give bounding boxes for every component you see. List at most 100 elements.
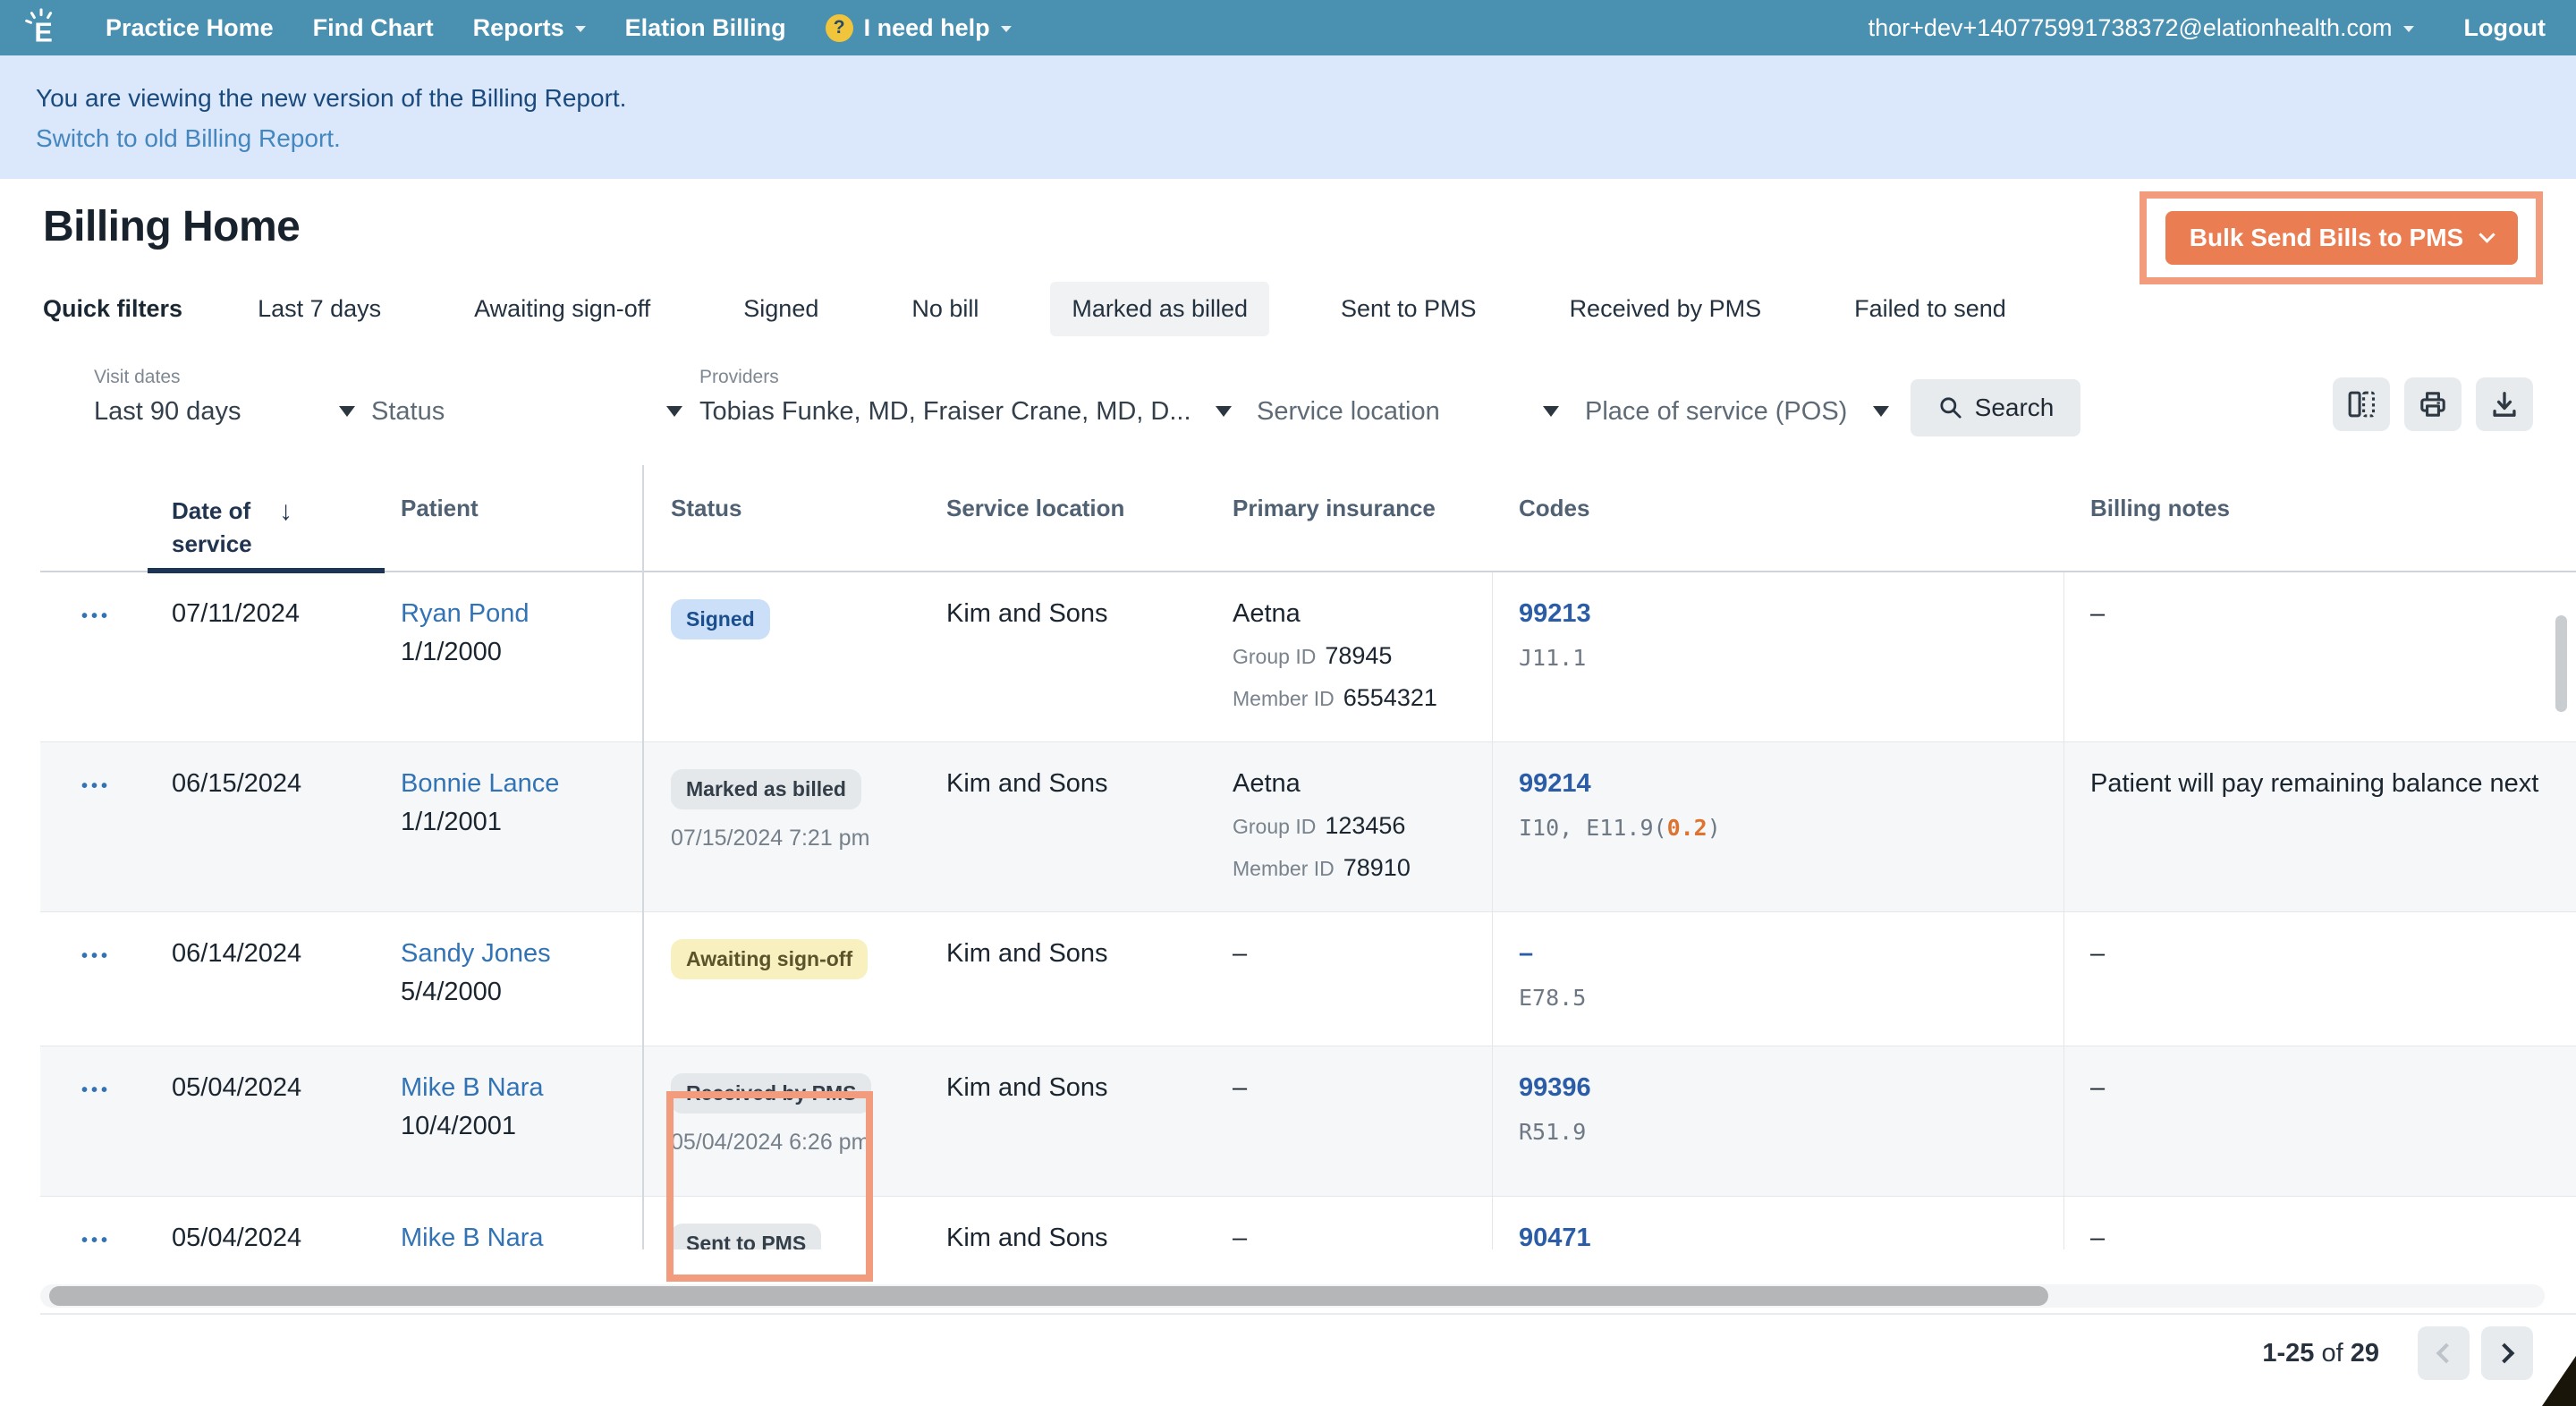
nav-reports-label: Reports bbox=[472, 13, 564, 41]
service-location-filter[interactable]: Service location bbox=[1257, 367, 1559, 427]
row-actions-menu[interactable]: ••• bbox=[40, 946, 111, 967]
status-filter[interactable]: Status bbox=[371, 367, 682, 427]
quick-filter-signed[interactable]: Signed bbox=[722, 282, 840, 336]
status-timestamp: 07/15/2024 7:21 pm bbox=[671, 826, 870, 851]
dropdown-caret-icon bbox=[1216, 406, 1232, 417]
status-timestamp: 05/04/2024 6:26 pm bbox=[671, 1130, 870, 1155]
table-row: ••• 07/11/2024 Ryan Pond 1/1/2000 Signed… bbox=[40, 572, 2576, 742]
row-actions-menu[interactable]: ••• bbox=[40, 776, 111, 797]
chevron-down-icon bbox=[1000, 26, 1012, 32]
billing-note: – bbox=[2090, 1073, 2106, 1102]
account-email: thor+dev+140775991738372@elationhealth.c… bbox=[1868, 13, 2393, 41]
billing-note: – bbox=[2090, 1224, 2106, 1249]
billing-code-link[interactable]: 99396 bbox=[1519, 1073, 1591, 1103]
table-rows: ••• 07/11/2024 Ryan Pond 1/1/2000 Signed… bbox=[40, 572, 2576, 1249]
filter-bar: Visit dates Last 90 days Status Provider… bbox=[0, 367, 2576, 456]
search-icon bbox=[1940, 397, 1962, 419]
service-location: Kim and Sons bbox=[946, 939, 1108, 968]
search-button[interactable]: Search bbox=[1911, 379, 2080, 436]
row-actions-menu[interactable]: ••• bbox=[40, 1080, 111, 1101]
download-icon bbox=[2493, 392, 2516, 417]
status-badge: Signed bbox=[671, 599, 770, 639]
version-banner: You are viewing the new version of the B… bbox=[0, 55, 2576, 179]
table-row: ••• 05/04/2024 Mike B Nara 10/4/2001 Rec… bbox=[40, 1046, 2576, 1197]
pos-filter[interactable]: Place of service (POS) bbox=[1585, 367, 1889, 427]
dropdown-caret-icon bbox=[1873, 406, 1889, 417]
pos-placeholder: Place of service (POS) bbox=[1585, 397, 1889, 427]
status-badge: Marked as billed bbox=[671, 769, 861, 809]
patient-link[interactable]: Bonnie Lance bbox=[401, 769, 559, 799]
primary-insurance-column-header[interactable]: Primary insurance bbox=[1233, 465, 1492, 571]
patient-dob: 1/1/2001 bbox=[401, 808, 502, 836]
patient-link[interactable]: Sandy Jones bbox=[401, 939, 551, 969]
nav-elation-billing[interactable]: Elation Billing bbox=[625, 14, 786, 42]
service-location-column-header[interactable]: Service location bbox=[946, 465, 1233, 571]
billing-code-link[interactable]: 99214 bbox=[1519, 769, 1591, 799]
billing-table: Date of service ↓ Patient Status Service… bbox=[40, 465, 2576, 1249]
primary-insurance: Aetna Group ID 123456 Member ID 78910 bbox=[1233, 742, 1492, 911]
billing-notes-column-header[interactable]: Billing notes bbox=[2063, 465, 2576, 571]
nav-reports[interactable]: Reports bbox=[473, 14, 586, 42]
bulk-send-bills-button[interactable]: Bulk Send Bills to PMS bbox=[2165, 211, 2518, 265]
vertical-scrollbar[interactable] bbox=[2555, 615, 2567, 712]
horizontal-scrollbar[interactable] bbox=[49, 1286, 2048, 1306]
manage-columns-icon bbox=[2348, 391, 2376, 418]
billing-note: – bbox=[2090, 939, 2106, 968]
diagnosis-codes: I10, E11.9(0.2) bbox=[1519, 815, 1721, 841]
quick-filter-marked-as-billed[interactable]: Marked as billed bbox=[1050, 281, 1269, 336]
quick-filter-received-by-pms[interactable]: Received by PMS bbox=[1548, 282, 1784, 336]
logout-link[interactable]: Logout bbox=[2464, 14, 2546, 42]
date-of-service: 05/04/2024 bbox=[172, 1073, 302, 1102]
providers-value: Tobias Funke, MD, Fraiser Crane, MD, D..… bbox=[699, 397, 1232, 427]
billing-code-link[interactable]: 99213 bbox=[1519, 599, 1591, 629]
patient-link[interactable]: Mike B Nara bbox=[401, 1073, 544, 1103]
date-of-service: 06/15/2024 bbox=[172, 769, 302, 798]
next-page-button[interactable] bbox=[2481, 1326, 2533, 1380]
primary-insurance: – bbox=[1233, 1197, 1492, 1249]
codes-column-header[interactable]: Codes bbox=[1492, 465, 2063, 571]
billing-code-link[interactable]: – bbox=[1519, 939, 1533, 969]
patient-link[interactable]: Mike B Nara bbox=[401, 1224, 544, 1249]
insurance-empty: – bbox=[1233, 939, 1248, 968]
quick-filter-sent-to-pms[interactable]: Sent to PMS bbox=[1319, 282, 1498, 336]
nav-help-label: I need help bbox=[863, 13, 990, 41]
banner-message: You are viewing the new version of the B… bbox=[36, 84, 627, 112]
patient-link[interactable]: Ryan Pond bbox=[401, 599, 530, 629]
nav-practice-home[interactable]: Practice Home bbox=[106, 14, 274, 42]
download-button[interactable] bbox=[2476, 377, 2533, 431]
status-badge: Sent to PMS bbox=[671, 1224, 822, 1249]
manage-columns-button[interactable] bbox=[2333, 377, 2390, 431]
billing-code-link[interactable]: 90471 bbox=[1519, 1224, 1591, 1249]
status-badge: Received by PMS bbox=[671, 1073, 872, 1114]
switch-old-report-link[interactable]: Switch to old Billing Report. bbox=[36, 124, 2576, 153]
status-column-header[interactable]: Status bbox=[642, 465, 946, 571]
table-header: Date of service ↓ Patient Status Service… bbox=[40, 465, 2576, 572]
service-location: Kim and Sons bbox=[946, 599, 1108, 628]
providers-filter[interactable]: Providers Tobias Funke, MD, Fraiser Cran… bbox=[699, 367, 1232, 427]
nav-find-chart[interactable]: Find Chart bbox=[313, 14, 434, 42]
service-location: Kim and Sons bbox=[946, 1224, 1108, 1249]
dropdown-caret-icon bbox=[1543, 406, 1559, 417]
billing-home-page: E Practice Home Find Chart Reports Elati… bbox=[0, 0, 2576, 1406]
patient-column-header[interactable]: Patient bbox=[401, 465, 642, 571]
quick-filter-failed-to-send[interactable]: Failed to send bbox=[1833, 282, 2028, 336]
account-menu[interactable]: thor+dev+140775991738372@elationhealth.c… bbox=[1868, 14, 2414, 42]
quick-filter-awaiting-sign-off[interactable]: Awaiting sign-off bbox=[453, 282, 672, 336]
quick-filter-last-7-days[interactable]: Last 7 days bbox=[236, 282, 402, 336]
row-actions-menu[interactable]: ••• bbox=[40, 606, 111, 627]
table-row: ••• 05/04/2024 Mike B Nara Sent to PMS K… bbox=[40, 1197, 2576, 1249]
billing-note: Patient will pay remaining balance next bbox=[2090, 769, 2539, 798]
date-column-header[interactable]: Date of service ↓ bbox=[172, 465, 401, 571]
visit-dates-filter[interactable]: Visit dates Last 90 days bbox=[94, 367, 355, 427]
pagination: 1-25 of 29 bbox=[2262, 1326, 2533, 1380]
search-button-label: Search bbox=[1974, 394, 2055, 421]
print-button[interactable] bbox=[2404, 377, 2462, 431]
sort-desc-icon: ↓ bbox=[279, 496, 292, 526]
pagination-range: 1-25 of 29 bbox=[2262, 1338, 2379, 1368]
service-location: Kim and Sons bbox=[946, 1073, 1108, 1102]
quick-filter-no-bill[interactable]: No bill bbox=[890, 282, 1000, 336]
nav-help-menu[interactable]: ? I need help bbox=[825, 13, 1012, 42]
row-actions-menu[interactable]: ••• bbox=[40, 1231, 111, 1249]
elation-logo-icon[interactable]: E bbox=[20, 6, 63, 49]
previous-page-button[interactable] bbox=[2418, 1326, 2470, 1380]
